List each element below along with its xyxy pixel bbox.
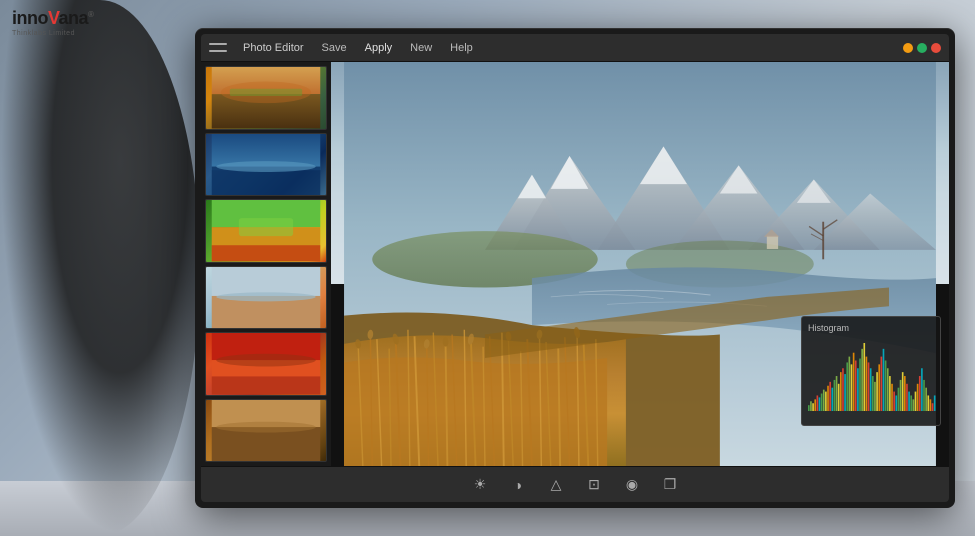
app-title: Photo Editor — [243, 42, 304, 54]
brightness-tool[interactable]: ☀ — [469, 474, 491, 496]
histogram-bars-svg — [808, 337, 936, 411]
eye-tool[interactable]: ◉ — [621, 474, 643, 496]
logo-subtitle: Thinklabs Limited — [12, 30, 93, 37]
person-silhouette — [0, 0, 200, 536]
thumbnail-2[interactable] — [205, 133, 327, 197]
logo-area: innoVana® Thinklabs Limited — [12, 8, 93, 37]
title-bar: Photo Editor Save Apply New Help — [201, 34, 949, 62]
maximize-button[interactable] — [917, 43, 927, 53]
menu-bar: Save Apply New Help — [314, 40, 481, 56]
main-photo: Histogram — [331, 62, 949, 466]
thumb-6-svg — [206, 400, 326, 462]
main-content: Histogram — [201, 62, 949, 466]
logo-v: V — [48, 8, 59, 28]
help-menu-item[interactable]: Help — [442, 40, 481, 56]
contrast-tool[interactable]: ◑ — [507, 474, 529, 496]
apply-menu-item[interactable]: Apply — [357, 40, 401, 56]
thumbnail-3[interactable] — [205, 199, 327, 263]
window-controls — [903, 43, 941, 53]
monitor-frame: Photo Editor Save Apply New Help — [195, 28, 955, 508]
new-menu-item[interactable]: New — [402, 40, 440, 56]
thumb-3-svg — [206, 200, 326, 262]
logo-superscript: ® — [88, 10, 93, 19]
thumbnail-1[interactable] — [205, 66, 327, 130]
thumbnail-4[interactable] — [205, 266, 327, 330]
thumbnail-panel — [201, 62, 331, 466]
monitor-screen: Photo Editor Save Apply New Help — [201, 34, 949, 502]
logo-ana: ana — [59, 8, 89, 28]
thumb-1-svg — [206, 67, 326, 129]
thumb-2-svg — [206, 134, 326, 196]
main-image-area: Histogram — [331, 62, 949, 466]
thumbnail-5[interactable] — [205, 332, 327, 396]
close-button[interactable] — [931, 43, 941, 53]
save-menu-item[interactable]: Save — [314, 40, 355, 56]
thumb-4-svg — [206, 267, 326, 329]
transform-tool[interactable]: ⊡ — [583, 474, 605, 496]
title-bar-left: Photo Editor Save Apply New Help — [209, 40, 481, 56]
histogram-chart — [808, 337, 934, 417]
layers-tool[interactable]: ❐ — [659, 474, 681, 496]
crop-tool[interactable]: △ — [545, 474, 567, 496]
thumb-5-svg — [206, 333, 326, 395]
logo-text: innoVana® — [12, 8, 93, 29]
logo-inno: inno — [12, 8, 48, 28]
bottom-toolbar: ☀ ◑ △ ⊡ ◉ ❐ — [201, 466, 949, 502]
thumbnail-6[interactable] — [205, 399, 327, 463]
histogram-panel: Histogram — [801, 316, 941, 426]
histogram-title: Histogram — [808, 323, 934, 333]
minimize-button[interactable] — [903, 43, 913, 53]
photo-editor-icon — [209, 41, 227, 55]
